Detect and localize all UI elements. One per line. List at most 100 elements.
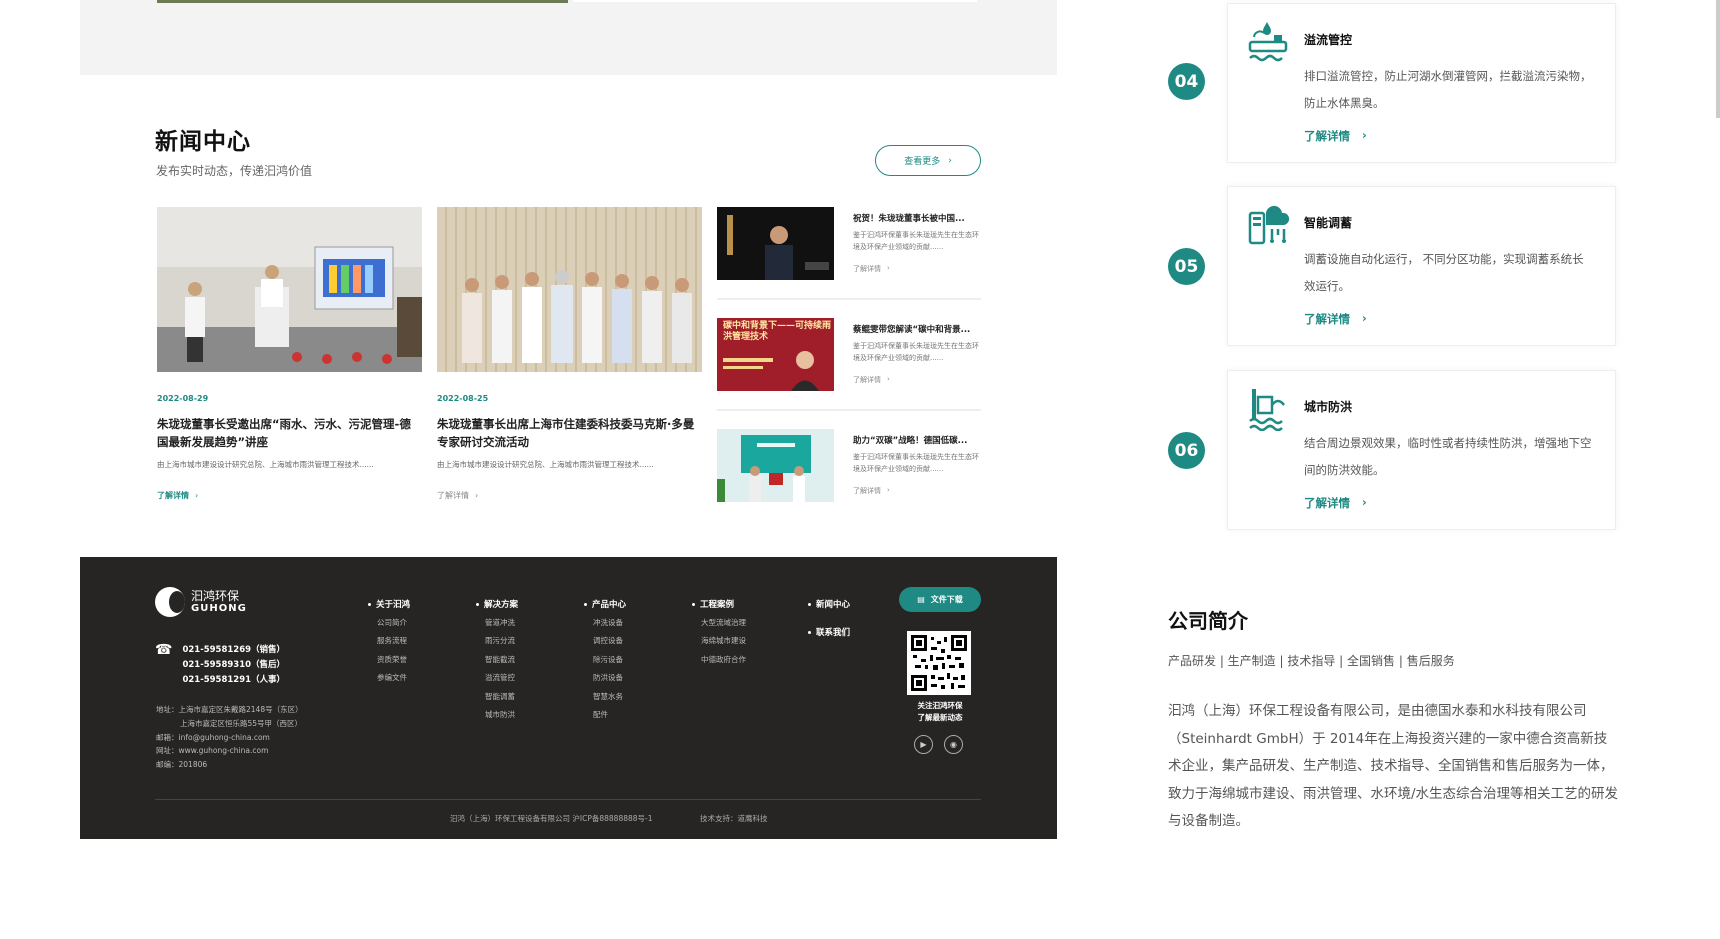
- news-list-item[interactable]: 碳中和背景下——可持续雨洪管理技术 蔡鲲雯带您解读“碳中和背景... 鉴于汩鸿环…: [717, 318, 981, 430]
- footer-tech-support[interactable]: 技术支持：道鹰科技: [700, 813, 768, 824]
- divider: [717, 298, 981, 300]
- top-image-edge: [157, 0, 568, 3]
- read-more-label: 了解详情: [853, 376, 881, 384]
- qr-caption-line: 关注汩鸿环保: [917, 701, 963, 710]
- phone-service: 021-59589310（售后）: [182, 660, 286, 670]
- read-more-link[interactable]: 了解详情 ›: [853, 264, 890, 274]
- news-card[interactable]: 2022-08-29 朱珑珑董事长受邀出席“雨水、污水、污泥管理-德国最新发展趋…: [157, 207, 422, 501]
- news-thumb: 碳中和背景下——可持续雨洪管理技术: [717, 318, 834, 391]
- news-list-desc: 鉴于汩鸿环保董事长朱珑珑先生在生态环境及环保产业领域的贡献......: [853, 231, 979, 251]
- company-intro-body: 汩鸿（上海）环保工程设备有限公司，是由德国水泰和水科技有限公司（Steinhar…: [1168, 703, 1619, 829]
- phone-icon: ☎: [155, 642, 173, 658]
- feature-more-label: 了解详情: [1304, 312, 1350, 326]
- read-more-link[interactable]: 了解详情 ›: [437, 490, 702, 501]
- chevron-right-icon: ›: [1362, 495, 1367, 509]
- footer-link[interactable]: 城市防洪: [485, 710, 518, 720]
- news-title[interactable]: 朱珑珑董事长出席上海市住建委科技委马克斯·多曼专家研讨交流活动: [437, 415, 702, 451]
- phone-hr: 021-59581291（人事）: [182, 675, 286, 685]
- chevron-right-icon: ›: [887, 486, 890, 494]
- qr-code: [907, 631, 971, 695]
- scrollbar[interactable]: [1716, 0, 1720, 118]
- feature-more-link[interactable]: 了解详情 ›: [1304, 128, 1367, 144]
- footer-link[interactable]: 除污设备: [593, 655, 626, 665]
- footer-col-heading[interactable]: 新闻中心: [808, 598, 850, 610]
- footer-link[interactable]: 资质荣誉: [377, 655, 410, 665]
- news-date: 2022-08-25: [437, 394, 489, 403]
- footer-link[interactable]: 参编文件: [377, 673, 410, 683]
- feature-more-label: 了解详情: [1304, 129, 1350, 143]
- footer-link[interactable]: 智能调蓄: [485, 692, 518, 702]
- news-desc: 由上海市城市建设设计研究总院、上海城市雨洪管理工程技术......: [437, 460, 654, 469]
- news-photo-group: [437, 207, 702, 372]
- feature-card-overflow[interactable]: 溢流管控 排口溢流管控，防止河湖水倒灌管网，拦截溢流污染物，防止水体黑臭。 了解…: [1227, 3, 1616, 163]
- news-card[interactable]: 2022-08-25 朱珑珑董事长出席上海市住建委科技委马克斯·多曼专家研讨交流…: [437, 207, 702, 501]
- footer-link[interactable]: 智能截流: [485, 655, 518, 665]
- footer-col-heading[interactable]: 工程案例: [692, 598, 746, 610]
- read-more-link[interactable]: 了解详情 ›: [853, 486, 890, 496]
- news-list-item[interactable]: 助力“双碳”战略！德国低碳... 鉴于汩鸿环保董事长朱珑珑先生在生态环境及环保产…: [717, 429, 981, 541]
- footer-link[interactable]: 配件: [593, 710, 626, 720]
- footer-link[interactable]: 溢流管控: [485, 673, 518, 683]
- footer-col-heading[interactable]: 联系我们: [808, 626, 850, 638]
- news-list-title[interactable]: 祝贺！朱珑珑董事长被中国...: [853, 212, 965, 224]
- footer-col-contact: 联系我们: [808, 626, 850, 638]
- chevron-right-icon: ›: [1362, 128, 1367, 142]
- news-photo-lecture: [157, 207, 422, 372]
- footer-website[interactable]: 网址：www.guhong-china.com: [156, 744, 303, 758]
- logo-mark-icon: [155, 587, 185, 617]
- feature-more-link[interactable]: 了解详情 ›: [1304, 311, 1367, 327]
- footer-link[interactable]: 管道冲洗: [485, 618, 518, 628]
- footer-link[interactable]: 中德政府合作: [701, 655, 746, 665]
- read-more-link[interactable]: 了解详情 ›: [853, 375, 890, 385]
- address-line: 地址：上海市嘉定区朱戴路2148号（东区）: [156, 705, 303, 714]
- feature-title: 智能调蓄: [1304, 216, 1353, 230]
- footer-link[interactable]: 海绵城市建设: [701, 636, 746, 646]
- chevron-right-icon: ›: [887, 375, 890, 383]
- feature-card-flood[interactable]: 城市防洪 结合周边景观效果，临时性或者持续性防洪，增强地下空间的防洪效能。 了解…: [1227, 370, 1616, 530]
- read-more-label: 了解详情: [853, 265, 881, 273]
- video-icon[interactable]: ▶: [914, 735, 933, 754]
- feature-title: 溢流管控: [1304, 33, 1353, 47]
- feature-desc: 调蓄设施自动化运行， 不同分区功能，实现调蓄系统长效运行。: [1304, 252, 1584, 293]
- news-section-subtitle: 发布实时动态，传递汩鸿价值: [156, 164, 313, 178]
- news-list-title[interactable]: 蔡鲲雯带您解读“碳中和背景...: [853, 323, 970, 335]
- feature-more-label: 了解详情: [1304, 496, 1350, 510]
- feature-more-link[interactable]: 了解详情 ›: [1304, 495, 1367, 511]
- footer-copyright: 汩鸿（上海）环保工程设备有限公司 沪ICP备88888888号-1: [450, 814, 653, 823]
- footer-col-solutions: 解决方案 管道冲洗 雨污分流 智能截流 溢流管控 智能调蓄 城市防洪: [476, 598, 518, 720]
- footer-email[interactable]: 邮箱：info@guhong-china.com: [156, 731, 303, 745]
- read-more-link[interactable]: 了解详情 ›: [157, 490, 422, 501]
- footer-link[interactable]: 大型流域治理: [701, 618, 746, 628]
- footer-link[interactable]: 服务流程: [377, 636, 410, 646]
- weibo-icon[interactable]: ◉: [944, 735, 963, 754]
- feature-card-storage[interactable]: 智能调蓄 调蓄设施自动化运行， 不同分区功能，实现调蓄系统长效运行。 了解详情 …: [1227, 186, 1616, 346]
- footer-link[interactable]: 雨污分流: [485, 636, 518, 646]
- news-list-desc: 鉴于汩鸿环保董事长朱珑珑先生在生态环境及环保产业领域的贡献......: [853, 342, 979, 362]
- footer-link[interactable]: 调控设备: [593, 636, 626, 646]
- footer-logo[interactable]: 汩鸿环保 GUHONG: [155, 587, 247, 617]
- footer-col-heading[interactable]: 产品中心: [584, 598, 626, 610]
- file-download-button[interactable]: ▤ 文件下载: [899, 587, 981, 612]
- footer-address: 地址：上海市嘉定区朱戴路2148号（东区） 上海市嘉定区恒乐路55号甲（西区） …: [156, 703, 303, 772]
- news-list-item[interactable]: 祝贺！朱珑珑董事长被中国... 鉴于汩鸿环保董事长朱珑珑先生在生态环境及环保产业…: [717, 207, 981, 319]
- footer-col-heading[interactable]: 关于汩鸿: [368, 598, 410, 610]
- view-more-button[interactable]: 查看更多 ›: [875, 145, 981, 176]
- company-intro-tags: 产品研发 | 生产制造 | 技术指导 | 全国销售 | 售后服务: [1168, 654, 1455, 668]
- company-intro-title: 公司简介: [1168, 609, 1248, 633]
- top-image-edge-2: [573, 0, 977, 2]
- footer-link[interactable]: 防洪设备: [593, 673, 626, 683]
- download-icon: ▤: [917, 595, 925, 604]
- news-thumb: [717, 429, 834, 502]
- footer-link[interactable]: 冲洗设备: [593, 618, 626, 628]
- news-list-title[interactable]: 助力“双碳”战略！德国低碳...: [853, 434, 967, 446]
- footer-col-heading[interactable]: 解决方案: [476, 598, 518, 610]
- chevron-right-icon: ›: [948, 155, 952, 166]
- news-desc: 由上海市城市建设设计研究总院、上海城市雨洪管理工程技术......: [157, 460, 374, 469]
- footer-link[interactable]: 公司简介: [377, 618, 410, 628]
- feature-title: 城市防洪: [1304, 400, 1353, 414]
- footer-col-cases: 工程案例 大型流域治理 海绵城市建设 中德政府合作: [692, 598, 746, 665]
- news-title[interactable]: 朱珑珑董事长受邀出席“雨水、污水、污泥管理-德国最新发展趋势”讲座: [157, 415, 422, 451]
- overflow-icon: [1248, 20, 1290, 64]
- footer-link[interactable]: 智慧水务: [593, 692, 626, 702]
- top-section-band: [80, 0, 1057, 75]
